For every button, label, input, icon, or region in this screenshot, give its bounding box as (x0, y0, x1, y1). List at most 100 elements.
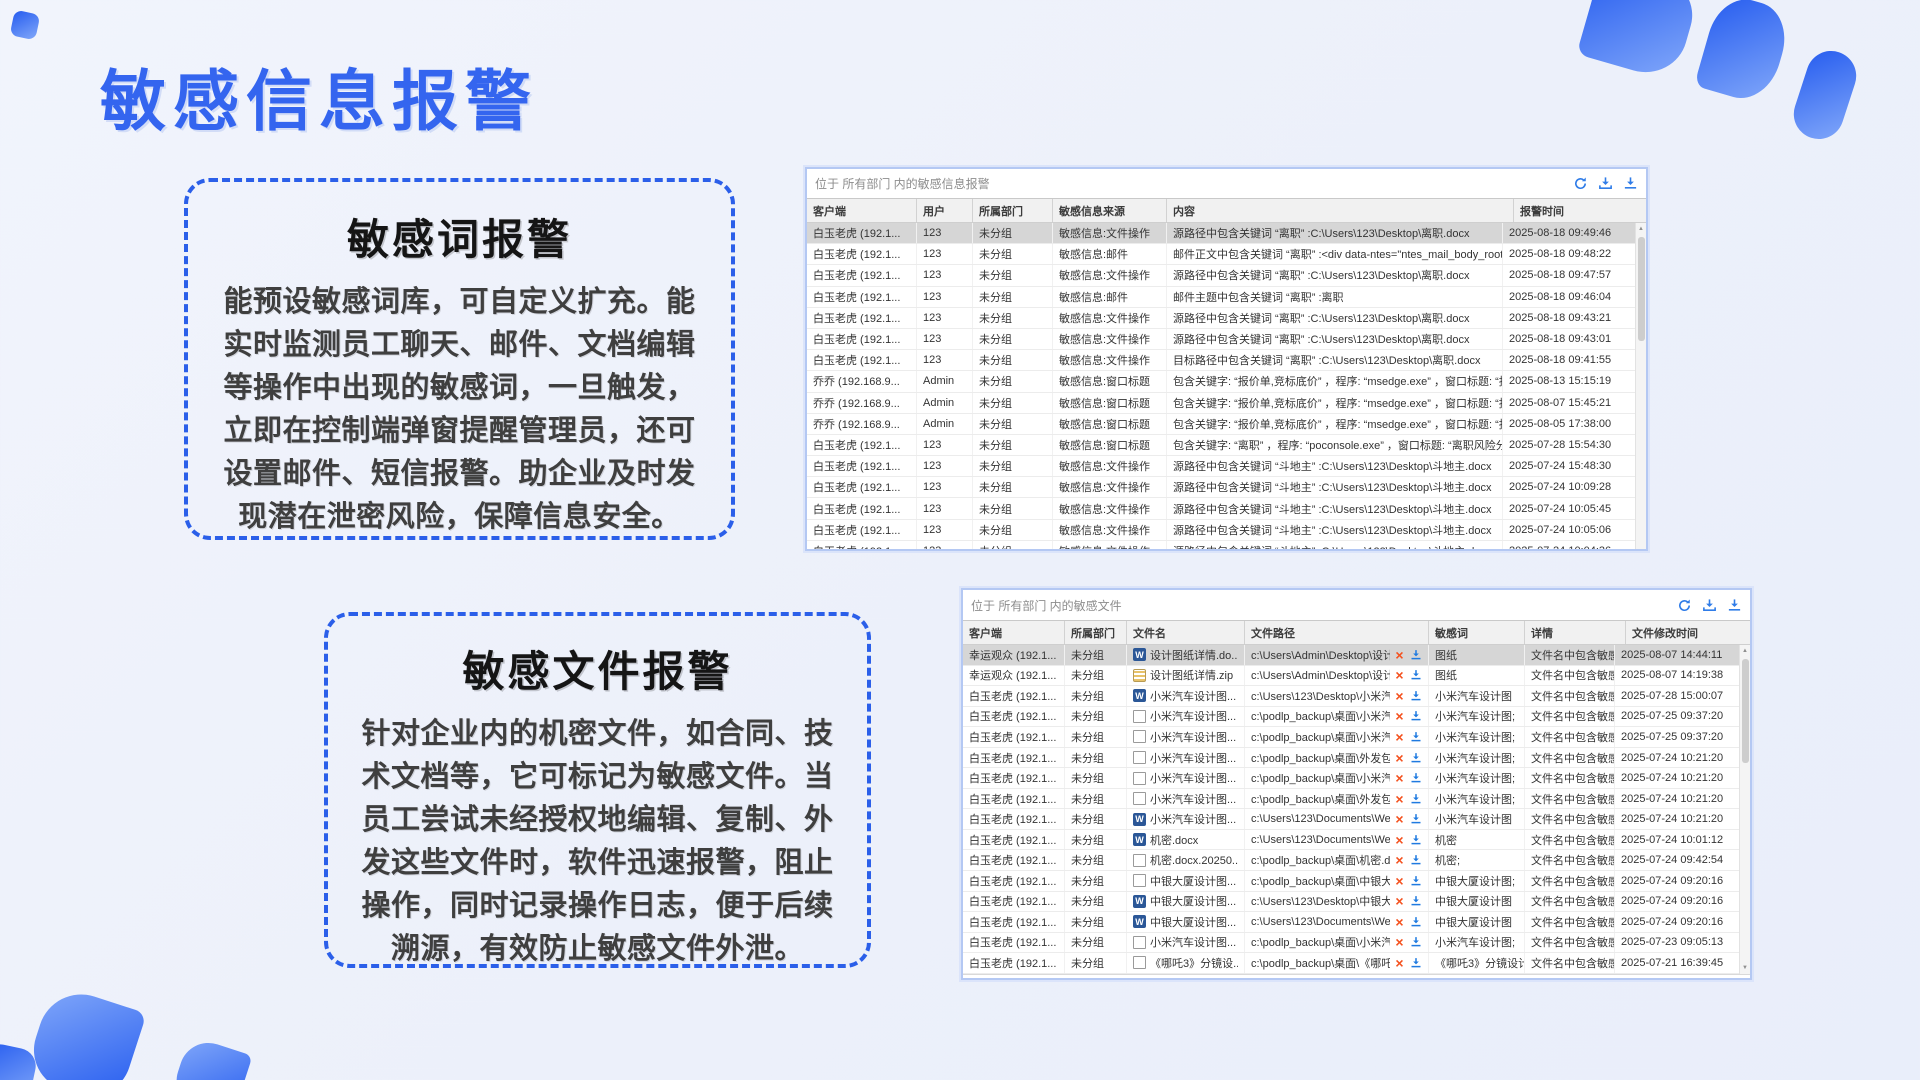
scroll-up-icon[interactable]: ▲ (1638, 223, 1644, 235)
remove-icon[interactable]: × (1393, 668, 1406, 682)
cell-filepath: c:\Users\Admin\Desktop\设计图纸...× (1245, 666, 1429, 686)
remove-icon[interactable]: × (1393, 915, 1406, 929)
download-icon[interactable] (1409, 957, 1422, 969)
download-icon[interactable] (1622, 176, 1638, 192)
file-table-row[interactable]: 白玉老虎 (192.1...未分组小米汽车设计图...c:\podlp_back… (963, 727, 1739, 748)
file-table-row[interactable]: 白玉老虎 (192.1...未分组小米汽车设计图...c:\podlp_back… (963, 748, 1739, 769)
file-table-row[interactable]: 白玉老虎 (192.1...未分组中银大厦设计图...c:\podlp_back… (963, 871, 1739, 892)
card-text-line: 能预设敏感词库，可自定义扩充。能 (188, 281, 731, 324)
scroll-up-icon[interactable]: ▲ (1742, 645, 1748, 657)
scrollbar-thumb[interactable] (1742, 659, 1749, 763)
alert-table-row[interactable]: 白玉老虎 (192.1...123未分组敏感信息:文件操作源路径中包含关键词 “… (807, 541, 1635, 551)
alert-table-row[interactable]: 白玉老虎 (192.1...123未分组敏感信息:文件操作源路径中包含关键词 “… (807, 329, 1635, 350)
scroll-down-icon[interactable]: ▼ (1638, 550, 1644, 551)
alert-table-row[interactable]: 白玉老虎 (192.1...123未分组敏感信息:文件操作源路径中包含关键词 “… (807, 456, 1635, 477)
alert-table-row[interactable]: 白玉老虎 (192.1...123未分组敏感信息:文件操作源路径中包含关键词 “… (807, 308, 1635, 329)
download-icon[interactable] (1409, 834, 1422, 846)
vertical-scrollbar[interactable]: ▲ ▼ (1635, 223, 1646, 551)
remove-icon[interactable]: × (1393, 771, 1406, 785)
remove-icon[interactable]: × (1393, 812, 1406, 826)
alert-table-row[interactable]: 白玉老虎 (192.1...123未分组敏感信息:窗口标题包含关键字: “离职”… (807, 435, 1635, 456)
column-header-modified[interactable]: 文件修改时间 (1626, 621, 1750, 644)
scroll-down-icon[interactable]: ▼ (1742, 962, 1748, 974)
download-icon[interactable] (1409, 936, 1422, 948)
column-header-dept[interactable]: 所属部门 (973, 199, 1053, 222)
download-icon[interactable] (1409, 752, 1422, 764)
alert-table-row[interactable]: 乔乔 (192.168.9...Admin未分组敏感信息:窗口标题包含关键字: … (807, 393, 1635, 414)
file-table-row[interactable]: 幸运观众 (192.1...未分组W设计图纸详情.do...c:\Users\A… (963, 645, 1739, 666)
download-icon[interactable] (1726, 597, 1742, 613)
alert-table-row[interactable]: 乔乔 (192.168.9...Admin未分组敏感信息:窗口标题包含关键字: … (807, 371, 1635, 392)
alert-table-row[interactable]: 白玉老虎 (192.1...123未分组敏感信息:文件操作源路径中包含关键词 “… (807, 498, 1635, 519)
download-icon[interactable] (1409, 793, 1422, 805)
file-table-row[interactable]: 白玉老虎 (192.1...未分组小米汽车设计图...c:\podlp_back… (963, 768, 1739, 789)
download-icon[interactable] (1409, 813, 1422, 825)
alert-table-row[interactable]: 白玉老虎 (192.1...123未分组敏感信息:邮件邮件正文中包含关键词 “离… (807, 244, 1635, 265)
remove-icon[interactable]: × (1393, 935, 1406, 949)
column-header-detail[interactable]: 详情 (1525, 621, 1626, 644)
download-icon[interactable] (1409, 710, 1422, 722)
file-table-row[interactable]: 白玉老虎 (192.1...未分组W小米汽车设计图...c:\Users\123… (963, 686, 1739, 707)
vertical-scrollbar[interactable]: ▲ ▼ (1739, 645, 1750, 974)
file-table-row[interactable]: 白玉老虎 (192.1...未分组《哪吒3》分镜设...c:\podlp_bac… (963, 953, 1739, 974)
download-icon[interactable] (1409, 875, 1422, 887)
cell-source: 敏感信息:文件操作 (1053, 265, 1167, 285)
file-table-row[interactable]: 白玉老虎 (192.1...未分组W小米汽车设计图...c:\Users\123… (963, 809, 1739, 830)
column-header-user[interactable]: 用户 (917, 199, 973, 222)
download-icon[interactable] (1409, 772, 1422, 784)
refresh-icon[interactable] (1676, 597, 1692, 613)
alert-table-row[interactable]: 白玉老虎 (192.1...123未分组敏感信息:文件操作源路径中包含关键词 “… (807, 265, 1635, 286)
column-header-dept[interactable]: 所属部门 (1065, 621, 1127, 644)
remove-icon[interactable]: × (1393, 894, 1406, 908)
alert-table-row[interactable]: 白玉老虎 (192.1...123未分组敏感信息:文件操作源路径中包含关键词 “… (807, 477, 1635, 498)
column-header-keyword[interactable]: 敏感词 (1429, 621, 1525, 644)
alert-table-row[interactable]: 白玉老虎 (192.1...123未分组敏感信息:邮件邮件主题中包含关键词 “离… (807, 287, 1635, 308)
refresh-icon[interactable] (1572, 176, 1588, 192)
download-icon[interactable] (1409, 649, 1422, 661)
cell-dept: 未分组 (1065, 748, 1127, 768)
alert-table-row[interactable]: 白玉老虎 (192.1...123未分组敏感信息:文件操作目标路径中包含关键词 … (807, 350, 1635, 371)
column-header-filename[interactable]: 文件名 (1127, 621, 1245, 644)
file-table-row[interactable]: 白玉老虎 (192.1...未分组小米汽车设计图...c:\podlp_back… (963, 789, 1739, 810)
cell-filename: 设计图纸详情.zip (1127, 666, 1245, 686)
remove-icon[interactable]: × (1393, 751, 1406, 765)
cell-filepath: c:\podlp_backup\桌面\小米汽车设计...× (1245, 768, 1429, 788)
alert-table-row[interactable]: 白玉老虎 (192.1...123未分组敏感信息:文件操作源路径中包含关键词 “… (807, 520, 1635, 541)
alert-table-row[interactable]: 白玉老虎 (192.1...123未分组敏感信息:文件操作源路径中包含关键词 “… (807, 223, 1635, 244)
export-icon[interactable] (1701, 597, 1717, 613)
remove-icon[interactable]: × (1393, 709, 1406, 723)
cell-user: 123 (917, 223, 973, 243)
remove-icon[interactable]: × (1393, 792, 1406, 806)
scrollbar-thumb[interactable] (1638, 237, 1645, 341)
remove-icon[interactable]: × (1393, 874, 1406, 888)
cell-dept: 未分组 (973, 435, 1053, 455)
file-table-row[interactable]: 白玉老虎 (192.1...未分组W机密.docxc:\Users\123\Do… (963, 830, 1739, 851)
column-header-client[interactable]: 客户端 (807, 199, 917, 222)
file-table-row[interactable]: 幸运观众 (192.1...未分组设计图纸详情.zipc:\Users\Admi… (963, 666, 1739, 687)
column-header-filepath[interactable]: 文件路径 (1245, 621, 1429, 644)
column-header-content[interactable]: 内容 (1167, 199, 1514, 222)
remove-icon[interactable]: × (1393, 833, 1406, 847)
remove-icon[interactable]: × (1393, 730, 1406, 744)
column-header-time[interactable]: 报警时间 (1514, 199, 1646, 222)
download-icon[interactable] (1409, 895, 1422, 907)
file-table-row[interactable]: 白玉老虎 (192.1...未分组机密.docx.20250...c:\podl… (963, 850, 1739, 871)
remove-icon[interactable]: × (1393, 648, 1406, 662)
column-header-client[interactable]: 客户端 (963, 621, 1065, 644)
export-icon[interactable] (1597, 176, 1613, 192)
download-icon[interactable] (1409, 916, 1422, 928)
file-table-row[interactable]: 白玉老虎 (192.1...未分组小米汽车设计图...c:\podlp_back… (963, 933, 1739, 954)
cell-detail: 文件名中包含敏感词; (1525, 871, 1615, 891)
alert-table-row[interactable]: 乔乔 (192.168.9...Admin未分组敏感信息:窗口标题包含关键字: … (807, 414, 1635, 435)
file-table-row[interactable]: 白玉老虎 (192.1...未分组W中银大厦设计图...c:\Users\123… (963, 892, 1739, 913)
download-icon[interactable] (1409, 690, 1422, 702)
file-table-row[interactable]: 白玉老虎 (192.1...未分组小米汽车设计图...c:\podlp_back… (963, 707, 1739, 728)
file-table-row[interactable]: 白玉老虎 (192.1...未分组W中银大厦设计图...c:\Users\123… (963, 912, 1739, 933)
download-icon[interactable] (1409, 854, 1422, 866)
remove-icon[interactable]: × (1393, 689, 1406, 703)
download-icon[interactable] (1409, 731, 1422, 743)
remove-icon[interactable]: × (1393, 853, 1406, 867)
download-icon[interactable] (1409, 669, 1422, 681)
remove-icon[interactable]: × (1393, 956, 1406, 970)
column-header-source[interactable]: 敏感信息来源 (1053, 199, 1167, 222)
